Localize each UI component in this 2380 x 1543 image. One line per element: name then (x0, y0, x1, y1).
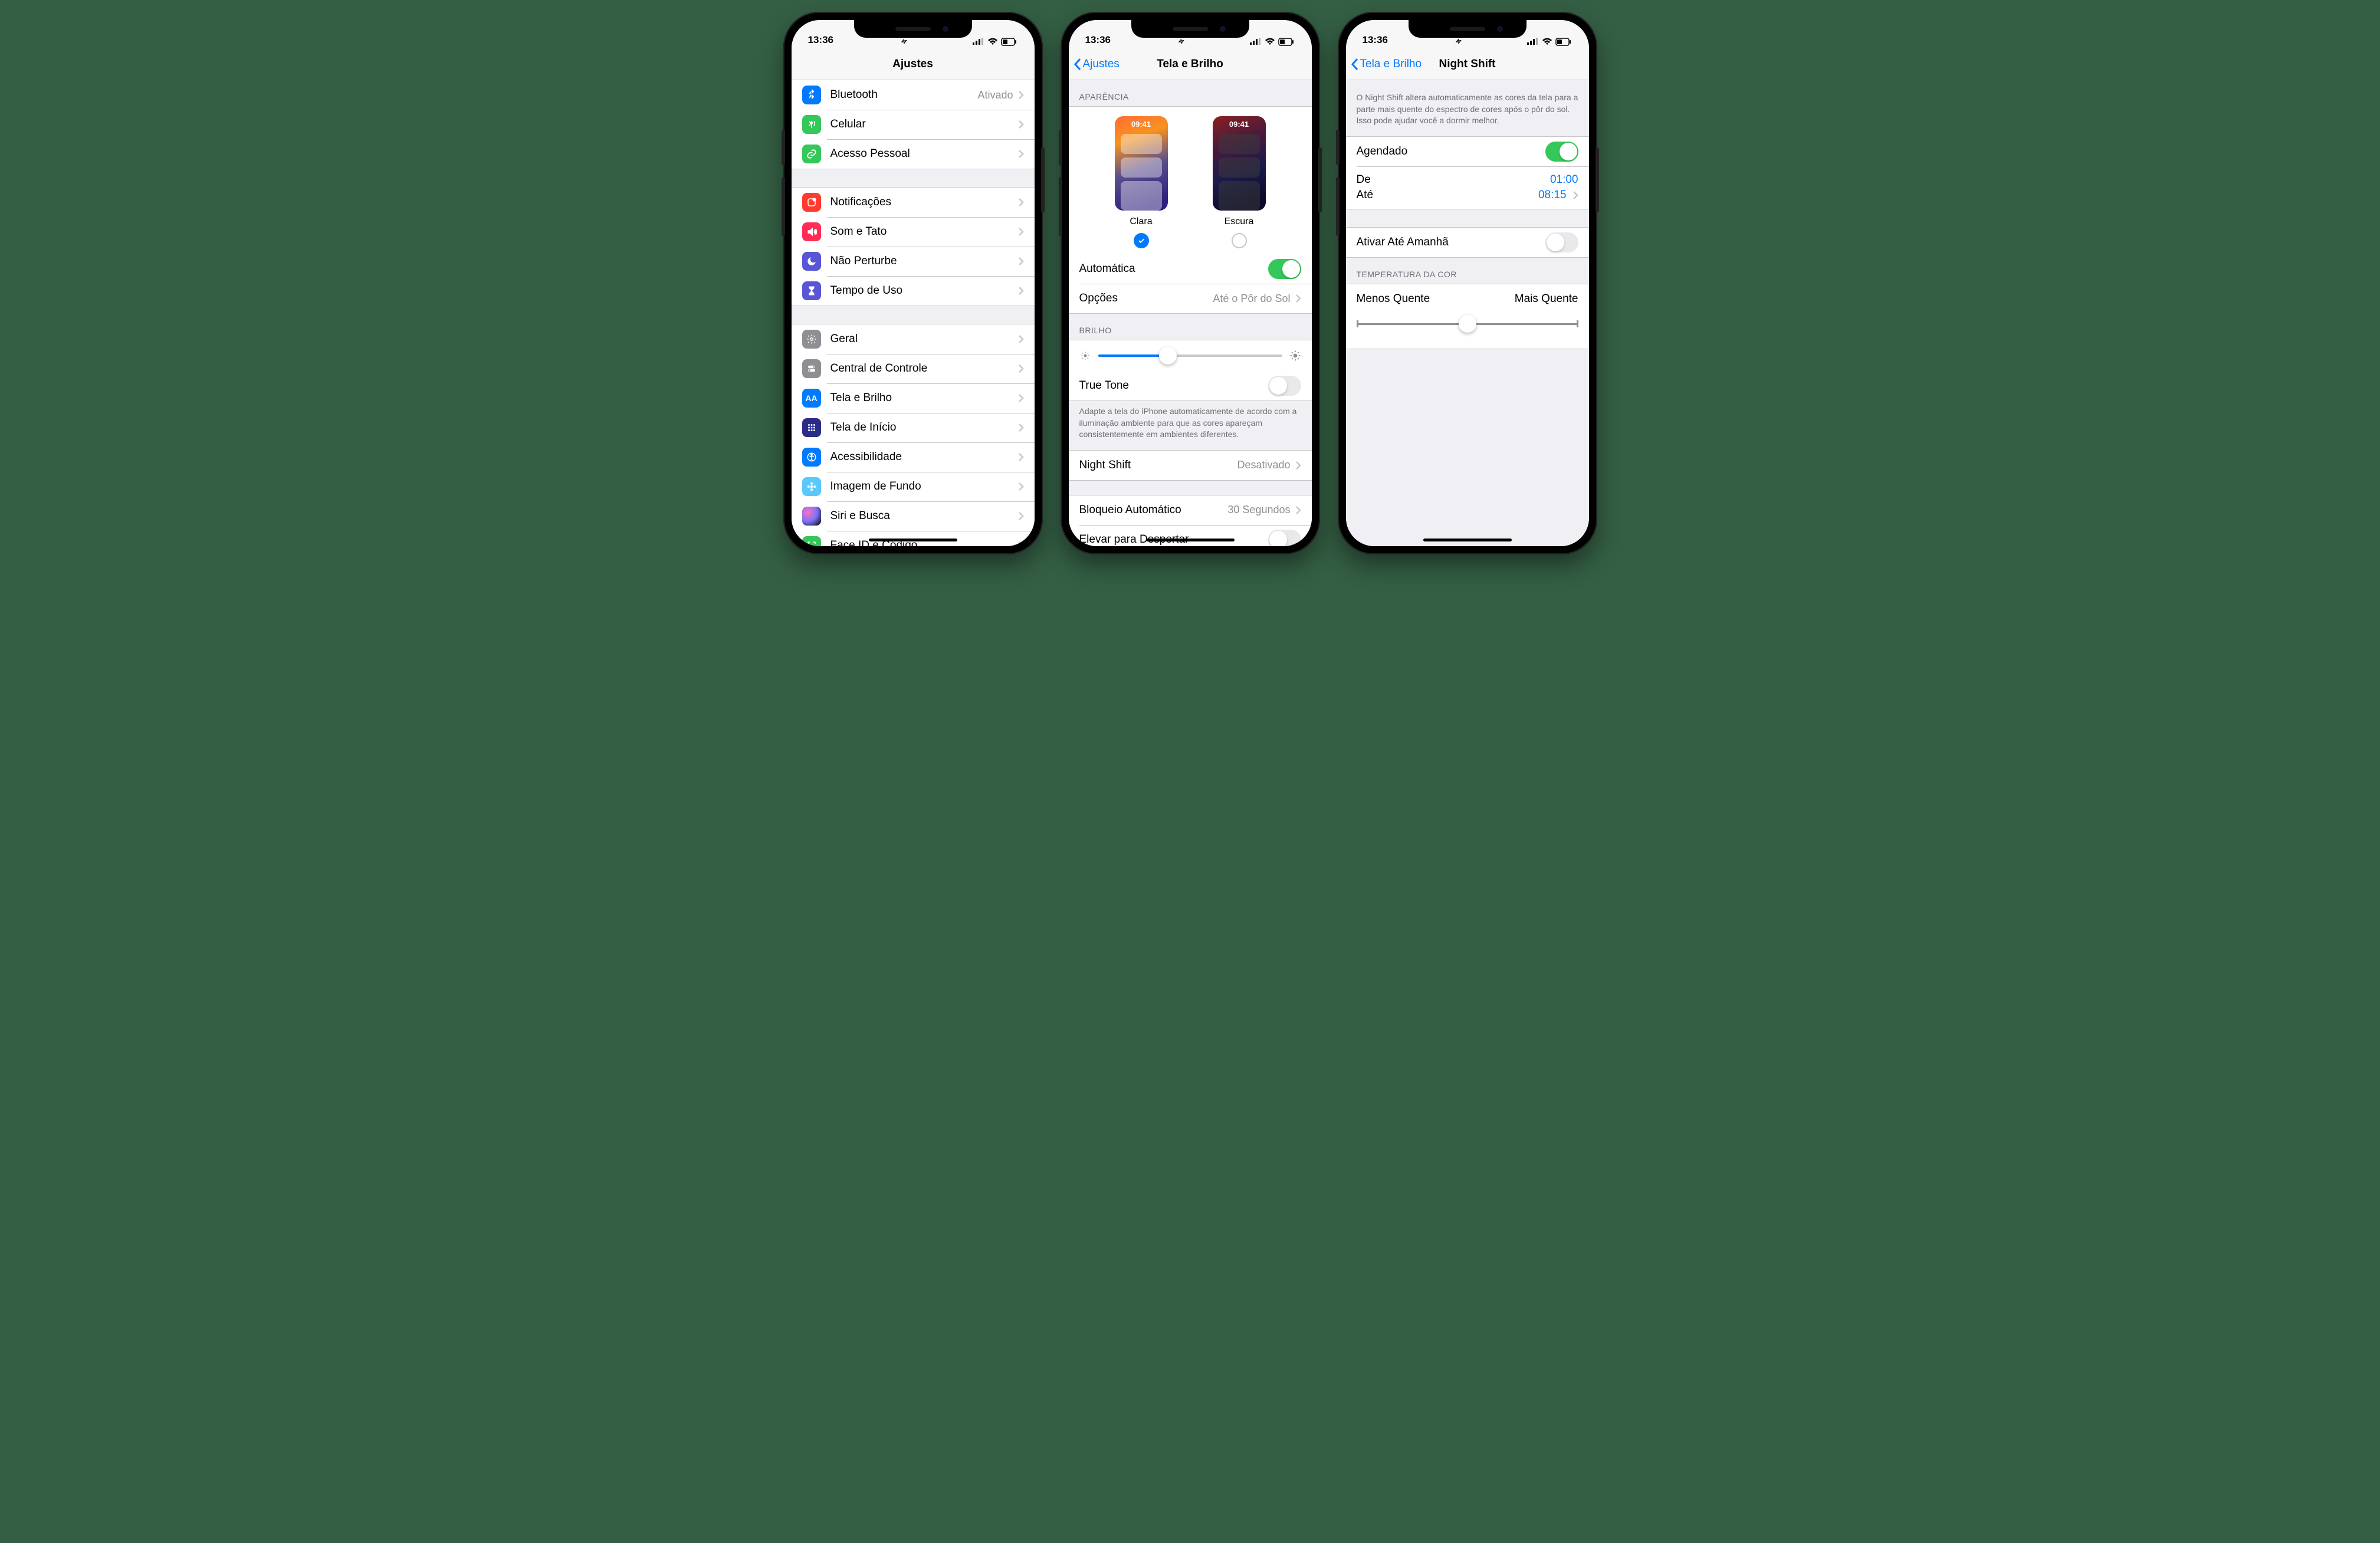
toggle-scheduled[interactable] (1545, 142, 1578, 162)
link-icon (802, 145, 821, 163)
phone-display: 13:36 Ajustes Tela e Brilho APARÊNCIA 09… (1061, 12, 1320, 554)
notch (1131, 20, 1249, 38)
home-indicator[interactable] (1146, 539, 1235, 541)
hourglass-icon (802, 281, 821, 300)
section-header: TEMPERATURA DA COR (1346, 258, 1589, 284)
chevron-right-icon (1295, 505, 1301, 515)
status-time: 13:36 (808, 34, 833, 46)
brightness-slider[interactable] (1069, 340, 1312, 371)
moon-icon (802, 252, 821, 271)
bluetooth-icon (802, 86, 821, 104)
chevron-right-icon (1018, 511, 1024, 521)
footer-text: Adapte a tela do iPhone automaticamente … (1069, 401, 1312, 450)
chevron-right-icon (1018, 393, 1024, 403)
row-screentime[interactable]: Tempo de Uso (792, 276, 1035, 306)
sun-small-icon (1079, 350, 1091, 362)
chevron-right-icon (1018, 120, 1024, 129)
chevron-right-icon (1573, 191, 1578, 200)
speaker-icon (802, 222, 821, 241)
chevron-right-icon (1018, 286, 1024, 296)
chevron-right-icon (1018, 198, 1024, 207)
row-dnd[interactable]: Não Perturbe (792, 247, 1035, 276)
chevron-right-icon (1018, 257, 1024, 266)
chevron-right-icon (1018, 149, 1024, 159)
nav-bar: Ajustes (792, 48, 1035, 80)
aa-icon: AA (802, 389, 821, 408)
row-accessibility[interactable]: Acessibilidade (792, 442, 1035, 472)
row-hotspot[interactable]: Acesso Pessoal (792, 139, 1035, 169)
accessibility-icon (802, 448, 821, 467)
status-time: 13:36 (1363, 34, 1388, 46)
notch (854, 20, 972, 38)
row-scheduled: Agendado (1346, 137, 1589, 166)
radio-selected-icon (1134, 233, 1149, 248)
toggle-automatic[interactable] (1268, 259, 1301, 279)
notch (1409, 20, 1527, 38)
faceid-icon (802, 536, 821, 546)
label-less-warm: Menos Quente (1357, 293, 1430, 306)
row-wallpaper[interactable]: Imagem de Fundo (792, 472, 1035, 501)
row-automatic: Automática (1069, 254, 1312, 284)
flower-icon (802, 477, 821, 496)
row-notifications[interactable]: Notificações (792, 188, 1035, 217)
appearance-dark[interactable]: 09:41 Escura (1213, 116, 1266, 248)
chevron-right-icon (1018, 227, 1024, 237)
row-homescreen[interactable]: Tela de Início (792, 413, 1035, 442)
switches-icon (802, 359, 821, 378)
siri-icon (802, 507, 821, 526)
row-options[interactable]: Opções Até o Pôr do Sol (1069, 284, 1312, 313)
nav-bar: Tela e Brilho Night Shift (1346, 48, 1589, 80)
appearance-light[interactable]: 09:41 Clara (1115, 116, 1168, 248)
chevron-right-icon (1295, 461, 1301, 470)
color-temp-slider[interactable] (1346, 308, 1589, 349)
phone-nightshift: 13:36 Tela e Brilho Night Shift O Night … (1338, 12, 1597, 554)
gear-icon (802, 330, 821, 349)
chevron-right-icon (1018, 90, 1024, 100)
row-controlcenter[interactable]: Central de Controle (792, 354, 1035, 383)
row-autolock[interactable]: Bloqueio Automático 30 Segundos (1069, 495, 1312, 525)
back-button[interactable]: Tela e Brilho (1351, 58, 1422, 71)
chevron-right-icon (1295, 294, 1301, 303)
row-general[interactable]: Geral (792, 324, 1035, 354)
radio-unselected-icon (1232, 233, 1247, 248)
chevron-right-icon (1018, 423, 1024, 432)
back-button[interactable]: Ajustes (1074, 58, 1120, 71)
row-sound[interactable]: Som e Tato (792, 217, 1035, 247)
row-bluetooth[interactable]: Bluetooth Ativado (792, 80, 1035, 110)
chevron-right-icon (1018, 541, 1024, 546)
section-header: APARÊNCIA (1069, 80, 1312, 106)
row-raisewake: Elevar para Despertar (1069, 525, 1312, 546)
row-schedule-times[interactable]: De01:00 Até08:15 (1346, 166, 1589, 209)
toggle-raise[interactable] (1268, 530, 1301, 546)
row-nightshift[interactable]: Night Shift Desativado (1069, 451, 1312, 480)
page-title: Tela e Brilho (1157, 58, 1223, 71)
chevron-right-icon (1018, 452, 1024, 462)
bell-icon (802, 193, 821, 212)
row-display[interactable]: AA Tela e Brilho (792, 383, 1035, 413)
antenna-icon (802, 115, 821, 134)
chevron-right-icon (1018, 482, 1024, 491)
toggle-truetone[interactable] (1268, 376, 1301, 396)
row-cellular[interactable]: Celular (792, 110, 1035, 139)
nav-bar: Ajustes Tela e Brilho (1069, 48, 1312, 80)
home-indicator[interactable] (1423, 539, 1512, 541)
description-text: O Night Shift altera automaticamente as … (1346, 80, 1589, 136)
phone-settings: 13:36 Ajustes Bluetooth Ativado (783, 12, 1043, 554)
status-time: 13:36 (1085, 34, 1111, 46)
chevron-right-icon (1018, 364, 1024, 373)
toggle-enable[interactable] (1545, 232, 1578, 252)
row-truetone: True Tone (1069, 371, 1312, 400)
page-title: Ajustes (892, 58, 933, 71)
page-title: Night Shift (1439, 58, 1495, 71)
section-header: BRILHO (1069, 314, 1312, 340)
label-more-warm: Mais Quente (1515, 293, 1578, 306)
grid-icon (802, 418, 821, 437)
sun-large-icon (1289, 350, 1301, 362)
chevron-right-icon (1018, 334, 1024, 344)
row-enable-tomorrow: Ativar Até Amanhã (1346, 228, 1589, 257)
row-siri[interactable]: Siri e Busca (792, 501, 1035, 531)
home-indicator[interactable] (869, 539, 957, 541)
